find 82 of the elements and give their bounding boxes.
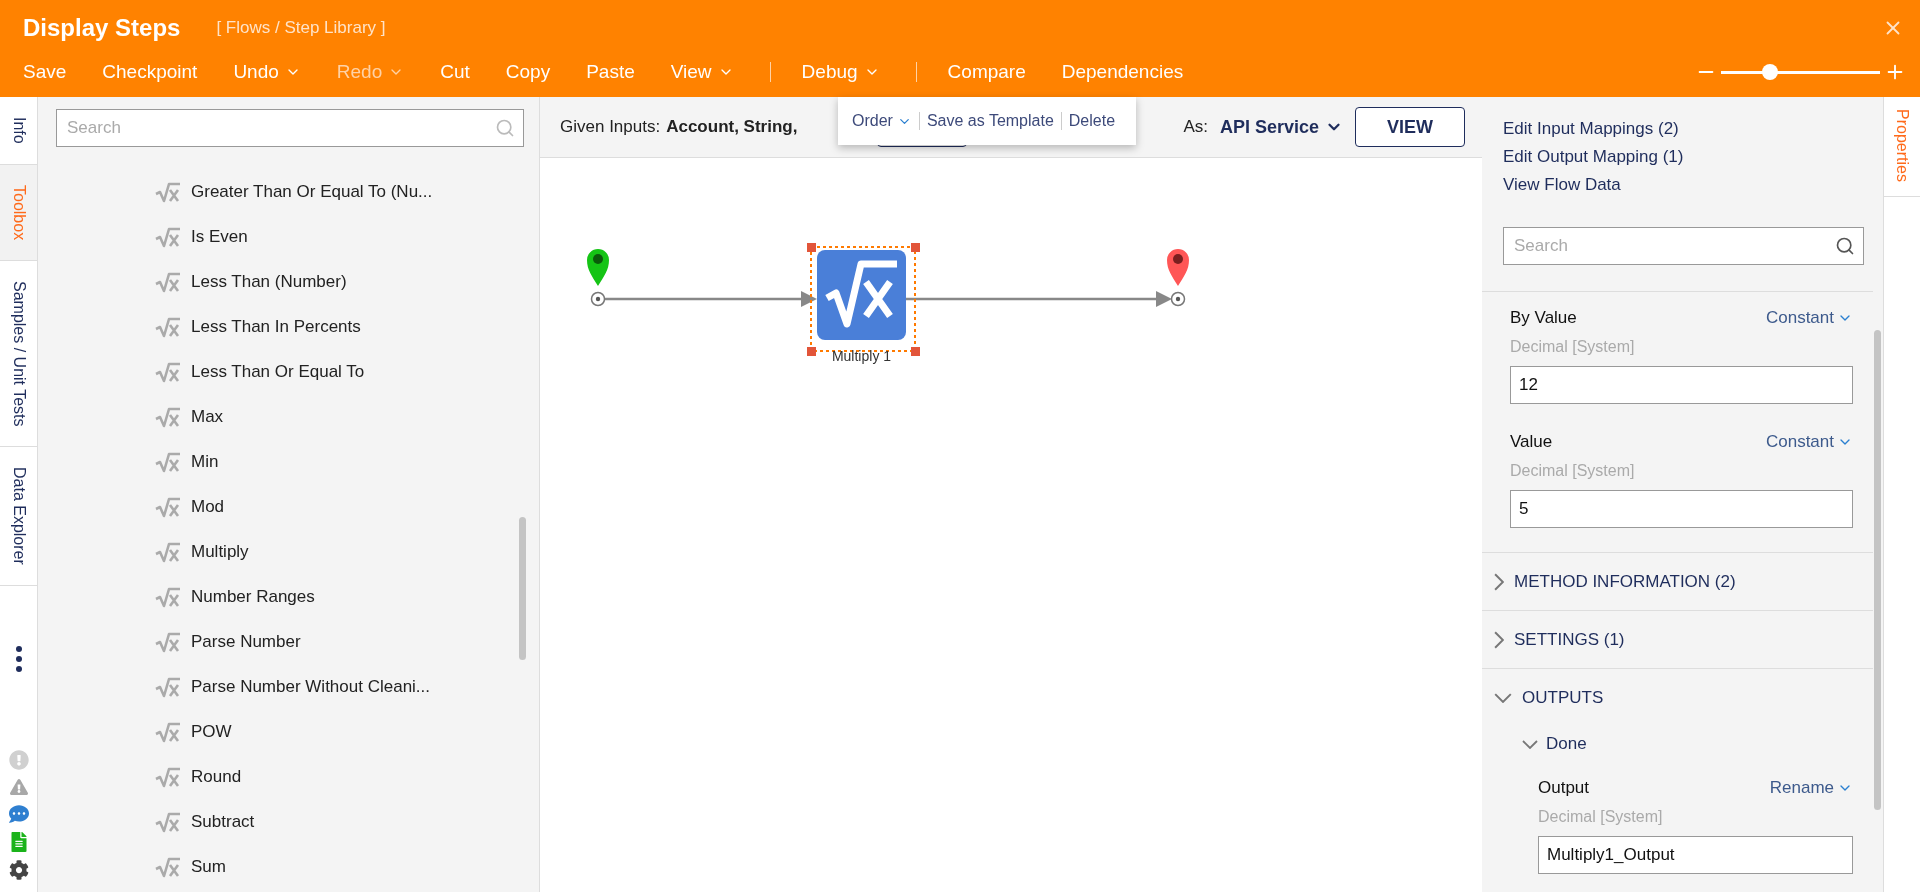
toolbox-item[interactable]: Parse Number Without Cleani...	[191, 676, 431, 697]
menu-item[interactable]: Order	[852, 112, 919, 130]
section-header[interactable]: OUTPUTS	[1482, 668, 1873, 726]
mode-dropdown[interactable]: Constant	[1765, 432, 1853, 452]
error-icon[interactable]	[8, 750, 29, 770]
menu-item[interactable]: Save as Template	[918, 112, 1061, 130]
square-root-icon	[155, 765, 181, 788]
as-label: As:	[1183, 117, 1208, 137]
section-header[interactable]: SETTINGS (1)	[1482, 610, 1873, 668]
square-root-icon	[155, 675, 181, 698]
square-root-icon	[155, 630, 181, 653]
value-input[interactable]: Multiply1_Output	[1538, 836, 1853, 874]
search-input[interactable]: Search	[1512, 235, 1835, 257]
section-header[interactable]: METHOD INFORMATION (2)	[1482, 552, 1873, 610]
inputs-label: Given Inputs:	[560, 117, 661, 137]
square-root-icon	[155, 585, 181, 608]
toolbox-item[interactable]: Less Than (Number)	[191, 271, 347, 292]
menu-item[interactable]: Delete	[1060, 112, 1123, 130]
search-input[interactable]: Search	[65, 117, 495, 139]
square-root-icon	[155, 180, 181, 203]
toolbox-item[interactable]: POW	[191, 721, 232, 742]
warning-icon[interactable]	[9, 778, 28, 796]
toolbox-item[interactable]: Max	[191, 406, 224, 427]
chevron-right-icon	[1494, 630, 1504, 649]
square-root-icon	[155, 450, 181, 473]
scrollbar[interactable]	[519, 517, 526, 660]
inputs-value: Account, String,	[666, 117, 798, 137]
toolbox-item[interactable]: Less Than Or Equal To	[191, 361, 365, 382]
chevron-down-icon	[1522, 739, 1538, 749]
field-label: Output	[1538, 778, 1590, 798]
more-icon[interactable]	[15, 646, 22, 673]
group-header[interactable]: Done	[1482, 726, 1587, 762]
toolbox-item[interactable]: Round	[191, 766, 242, 787]
toolbox-item[interactable]: Is Even	[191, 226, 248, 247]
square-root-icon	[155, 540, 181, 563]
square-root-icon	[155, 315, 181, 338]
field-label: By Value	[1510, 308, 1577, 328]
toolbox-item[interactable]: Mod	[191, 496, 225, 517]
mapping-link[interactable]: Edit Input Mappings (2)	[1503, 115, 1883, 143]
type-text: Decimal [System]	[1538, 808, 1664, 826]
square-root-icon	[155, 720, 181, 743]
mode-dropdown[interactable]: Rename	[1769, 778, 1853, 798]
square-root-icon	[155, 360, 181, 383]
type-text: Decimal [System]	[1510, 338, 1636, 356]
toolbox-item[interactable]: Less Than In Percents	[191, 316, 361, 337]
toolbox-item[interactable]: Subtract	[191, 811, 255, 832]
window-title: Display Steps	[23, 14, 181, 42]
start-pin-icon[interactable]	[587, 249, 609, 307]
chat-icon[interactable]	[8, 804, 29, 824]
step-icon[interactable]	[817, 250, 906, 340]
end-pin-icon[interactable]	[1167, 249, 1189, 307]
mapping-link[interactable]: View Flow Data	[1503, 171, 1883, 199]
chevron-right-icon	[1494, 572, 1504, 591]
square-root-icon	[155, 810, 181, 833]
settings-icon[interactable]	[8, 860, 29, 880]
service-dropdown[interactable]: API Service	[1219, 116, 1343, 138]
value-input[interactable]: 12	[1510, 366, 1853, 404]
toolbox-item[interactable]: Number Ranges	[191, 586, 315, 607]
square-root-icon	[155, 855, 181, 878]
square-root-icon	[155, 270, 181, 293]
slider-thumb[interactable]	[1762, 64, 1779, 80]
field-label: Value	[1510, 432, 1553, 452]
step-label: Multiply 1	[830, 348, 893, 364]
view-button[interactable]: VIEW	[1355, 107, 1465, 147]
mode-dropdown[interactable]: Constant	[1765, 308, 1853, 328]
breadcrumb: [ Flows / Step Library ]	[216, 18, 386, 38]
value-input[interactable]: 5	[1510, 490, 1853, 528]
square-root-icon	[155, 225, 181, 248]
toolbox-item[interactable]: Parse Number	[191, 631, 301, 652]
square-root-icon	[155, 405, 181, 428]
search-icon[interactable]	[1835, 236, 1855, 256]
search-field[interactable]: Search	[1503, 227, 1864, 265]
toolbox-item[interactable]: Multiply	[191, 541, 249, 562]
type-text: Decimal [System]	[1510, 462, 1636, 480]
toolbox-item[interactable]: Sum	[191, 856, 226, 877]
toolbox-item[interactable]: Greater Than Or Equal To (Nu...	[191, 181, 433, 202]
scrollbar[interactable]	[1874, 330, 1881, 810]
square-root-icon	[155, 495, 181, 518]
search-field[interactable]: Search	[56, 109, 524, 147]
chevron-down-icon	[1494, 692, 1512, 703]
mapping-link[interactable]: Edit Output Mapping (1)	[1503, 143, 1883, 171]
toolbox-item[interactable]: Min	[191, 451, 219, 472]
